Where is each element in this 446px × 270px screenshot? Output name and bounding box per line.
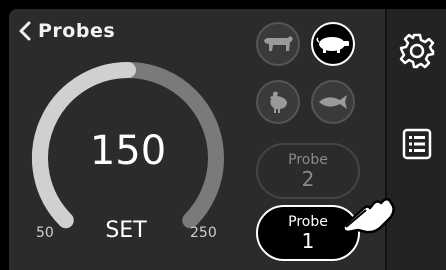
gear-icon[interactable] [398,32,436,70]
food-pig-button[interactable] [311,22,355,66]
probe-1-number: 1 [301,229,315,253]
chicken-icon [270,91,287,113]
probe-1-button[interactable]: Probe 1 [256,205,360,261]
chevron-left-icon [19,21,31,41]
food-fish-button[interactable] [311,80,355,124]
gauge-max-label: 250 [190,225,217,241]
gauge-min-label: 50 [36,225,54,241]
food-chicken-button[interactable] [256,80,300,124]
list-icon[interactable] [402,128,432,160]
set-temperature-value: 150 [89,128,167,174]
food-cow-button[interactable] [256,22,300,66]
set-label: SET [105,218,147,243]
back-label: Probes [38,20,116,42]
cow-icon [264,36,293,51]
pig-icon [316,37,349,53]
probe-2-title: Probe [288,152,328,168]
probe-2-number: 2 [301,167,315,191]
fish-icon [319,95,347,109]
probe-2-button[interactable]: Probe 2 [256,143,360,199]
back-button[interactable]: Probes [18,20,115,42]
probe-1-title: Probe [288,214,328,230]
